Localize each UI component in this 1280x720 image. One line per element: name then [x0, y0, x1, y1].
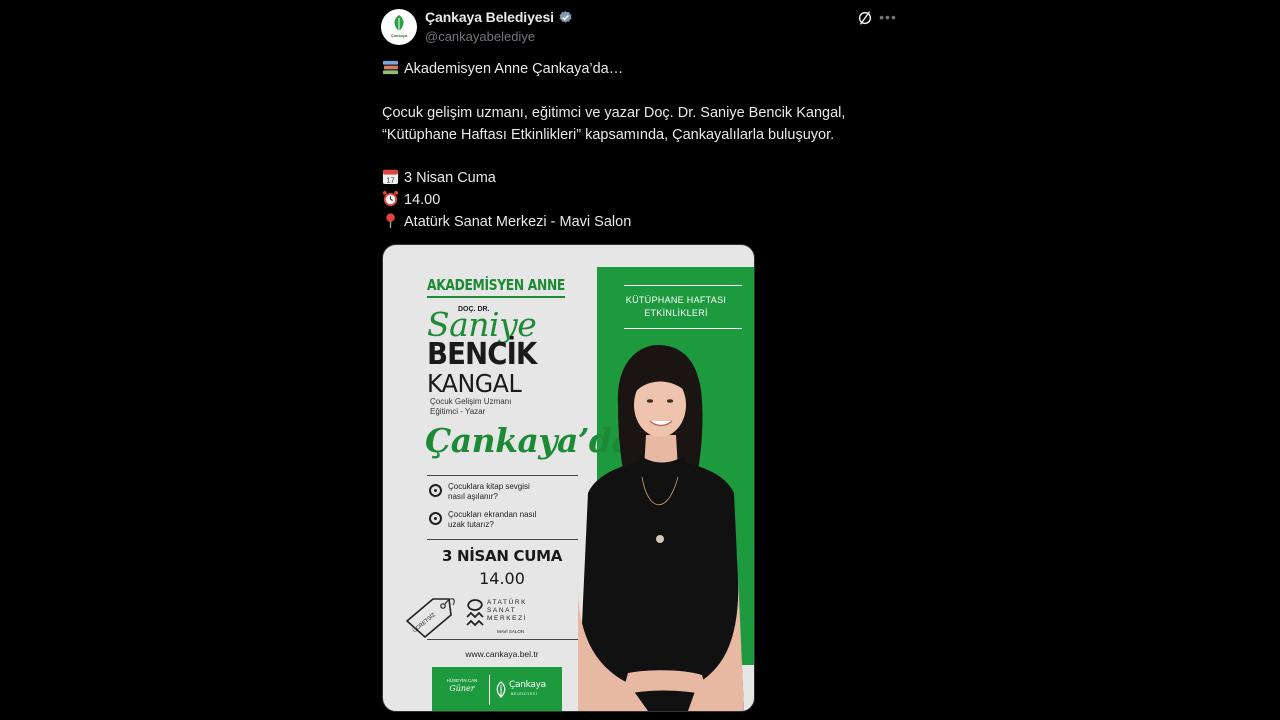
divider [624, 285, 742, 286]
poster-footer-brand-sub: BELEDİYESİ [511, 692, 538, 696]
tweet-line-3: “Kütüphane Haftası Etkinlikleri” kapsamı… [382, 127, 835, 143]
price-tag-icon: ÜCRETSİZ [406, 598, 455, 638]
tweet-date: 3 Nisan Cuma [404, 170, 496, 186]
poster-footer-mayor: HÜSEYİN CAN Güner [442, 678, 482, 693]
alarm-clock-icon [382, 190, 399, 207]
author-avatar[interactable]: Çankaya [381, 9, 417, 45]
target-icon [429, 512, 442, 525]
q1-line1: Çocuklara kitap sevgisi [448, 482, 530, 491]
tweet-place-row: Atatürk Sanat Merkezi - Mavi Salon [382, 211, 631, 233]
cankaya-logo-icon [394, 15, 404, 31]
poster-kutuphane-label: KÜTÜPHANE HAFTASI ETKİNLİKLERİ [601, 294, 751, 320]
verified-badge-icon [559, 10, 572, 23]
svg-text:17: 17 [386, 176, 394, 185]
round-pushpin-icon [386, 213, 395, 229]
divider [427, 296, 565, 298]
poster-question-2: Çocukları ekrandan nasıl uzak tutarız? [429, 510, 537, 530]
tweet-place: Atatürk Sanat Merkezi - Mavi Salon [404, 214, 632, 230]
poster-website: www.cankaya.bel.tr [465, 649, 539, 659]
poster-middle-name: BENCİK [427, 337, 537, 372]
author-handle[interactable]: @cankayabelediye [425, 29, 535, 44]
author-name[interactable]: Çankaya Belediyesi [425, 9, 554, 25]
footer-left-line2: Güner [449, 684, 475, 693]
grok-icon[interactable] [856, 9, 874, 27]
poster-role-line1: Çocuk Gelişim Uzmanı [430, 397, 512, 406]
speaker-portrait [577, 345, 744, 711]
q1-line2: nasıl aşılanır? [448, 492, 498, 501]
divider [624, 328, 742, 329]
more-icon[interactable]: ••• [878, 8, 898, 28]
q2-line1: Çocukları ekrandan nasıl [448, 510, 537, 519]
divider [427, 475, 578, 476]
books-icon [382, 60, 399, 75]
poster-date: 3 NİSAN CUMA [441, 547, 563, 565]
poster-footer-brand: Çankaya [509, 680, 546, 690]
tweet-date-row: 17 3 Nisan Cuma [382, 167, 496, 189]
poster-last-name: KANGAL [427, 369, 522, 398]
divider [427, 539, 578, 540]
poster-role: Çocuk Gelişim Uzmanı Eğitimci - Yazar [430, 397, 511, 417]
event-poster-image[interactable]: KÜTÜPHANE HAFTASI ETKİNLİKLERİ AKADEMİSY… [382, 244, 755, 712]
tweet-time-row: 14.00 [382, 189, 440, 211]
poster-venue-hall: MAVİ SALON [497, 629, 525, 634]
calendar-icon: 17 [382, 169, 399, 185]
poster-kutuphane-line2: ETKİNLİKLERİ [644, 308, 708, 318]
tweet-line-2: Çocuk gelişim uzmanı, eğitimci ve yazar … [382, 105, 846, 121]
tweet-time: 14.00 [404, 192, 441, 208]
venue-line3: MERKEZİ [487, 615, 528, 622]
poster-venue: ATATÜRK SANAT MERKEZİ [487, 599, 527, 623]
poster-time: 14.00 [479, 569, 525, 588]
tweet-line-1: Akademisyen Anne Çankaya’da… [382, 58, 623, 80]
poster-kutuphane-line1: KÜTÜPHANE HAFTASI [625, 295, 727, 305]
divider [489, 675, 490, 705]
avatar-label: Çankaya [390, 33, 408, 38]
venue-line1: ATATÜRK [487, 599, 528, 606]
poster-role-line2: Eğitimci - Yazar [430, 407, 486, 416]
tweet[interactable]: Çankaya Çankaya Belediyesi @cankayabeled… [380, 0, 900, 720]
target-icon [429, 484, 442, 497]
poster-question-1: Çocuklara kitap sevgisi nasıl aşılanır? [429, 482, 530, 502]
divider [427, 639, 578, 640]
q2-line2: uzak tutarız? [448, 520, 494, 529]
venue-line2: SANAT [487, 607, 517, 614]
tweet-headline: Akademisyen Anne Çankaya’da… [404, 61, 624, 77]
poster-event-title: AKADEMİSYEN ANNE [427, 276, 566, 294]
